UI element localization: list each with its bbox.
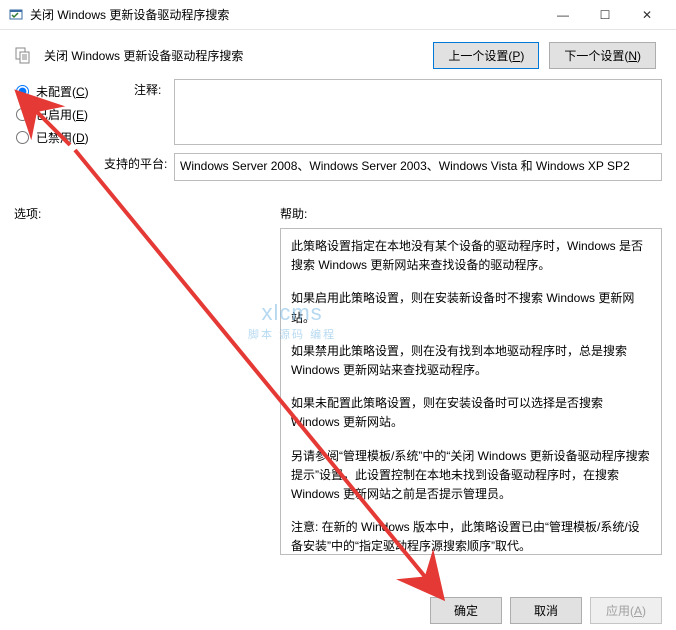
comment-label: 注释: [134,79,174,98]
radio-disabled[interactable]: 已禁用(D) [14,129,174,146]
window-controls: — ☐ ✕ [542,1,668,29]
radio-enabled-input[interactable] [16,108,29,121]
previous-setting-button[interactable]: 上一个设置(P) [433,42,539,69]
radio-not-configured-input[interactable] [16,85,29,98]
title-bar: 关闭 Windows 更新设备驱动程序搜索 — ☐ ✕ [0,0,676,30]
apply-button[interactable]: 应用(A) [590,597,662,624]
radio-enabled-label: 已启用(E) [36,106,88,123]
help-paragraph: 注意: 在新的 Windows 版本中，此策略设置已由“管理模板/系统/设备安装… [291,518,651,555]
footer: 确定 取消 应用(A) [0,590,676,630]
platform-row: 支持的平台: Windows Server 2008、Windows Serve… [174,153,662,181]
policy-icon [14,46,34,66]
help-paragraph: 如果启用此策略设置，则在安装新设备时不搜索 Windows 更新网站。 [291,289,651,327]
ok-button[interactable]: 确定 [430,597,502,624]
platform-box[interactable]: Windows Server 2008、Windows Server 2003、… [174,153,662,181]
nav-buttons: 上一个设置(P) 下一个设置(N) [433,42,656,69]
help-paragraph: 此策略设置指定在本地没有某个设备的驱动程序时，Windows 是否搜索 Wind… [291,237,651,275]
cancel-button[interactable]: 取消 [510,597,582,624]
help-label: 帮助: [280,205,662,222]
app-icon [8,7,24,23]
help-column: 帮助: 此策略设置指定在本地没有某个设备的驱动程序时，Windows 是否搜索 … [280,205,662,555]
options-column: 选项: [14,205,270,555]
radio-not-configured-label: 未配置(C) [36,83,89,100]
upper-content: 未配置(C) 已启用(E) 已禁用(D) 注释: 支持的平台: Windows … [0,79,676,189]
help-paragraph: 如果未配置此策略设置，则在安装设备时可以选择是否搜索 Windows 更新网站。 [291,394,651,432]
comment-row: 注释: [174,79,662,145]
help-paragraph: 另请参阅“管理模板/系统”中的“关闭 Windows 更新设备驱动程序搜索提示”… [291,447,651,505]
page-title: 关闭 Windows 更新设备驱动程序搜索 [44,47,423,64]
comment-box[interactable] [174,79,662,145]
platform-label: 支持的平台: [104,153,174,172]
radio-disabled-label: 已禁用(D) [36,129,89,146]
options-label: 选项: [14,205,270,222]
window-title: 关闭 Windows 更新设备驱动程序搜索 [30,6,542,23]
radio-enabled[interactable]: 已启用(E) [14,106,174,123]
lower-content: 选项: 帮助: 此策略设置指定在本地没有某个设备的驱动程序时，Windows 是… [0,195,676,555]
help-paragraph: 如果禁用此策略设置，则在没有找到本地驱动程序时，总是搜索 Windows 更新网… [291,342,651,380]
close-window-button[interactable]: ✕ [626,1,668,29]
maximize-button[interactable]: ☐ [584,1,626,29]
info-column: 注释: 支持的平台: Windows Server 2008、Windows S… [174,79,662,189]
help-box[interactable]: 此策略设置指定在本地没有某个设备的驱动程序时，Windows 是否搜索 Wind… [280,228,662,555]
minimize-button[interactable]: — [542,1,584,29]
page-header: 关闭 Windows 更新设备驱动程序搜索 上一个设置(P) 下一个设置(N) [0,30,676,79]
radio-disabled-input[interactable] [16,131,29,144]
next-setting-button[interactable]: 下一个设置(N) [549,42,656,69]
